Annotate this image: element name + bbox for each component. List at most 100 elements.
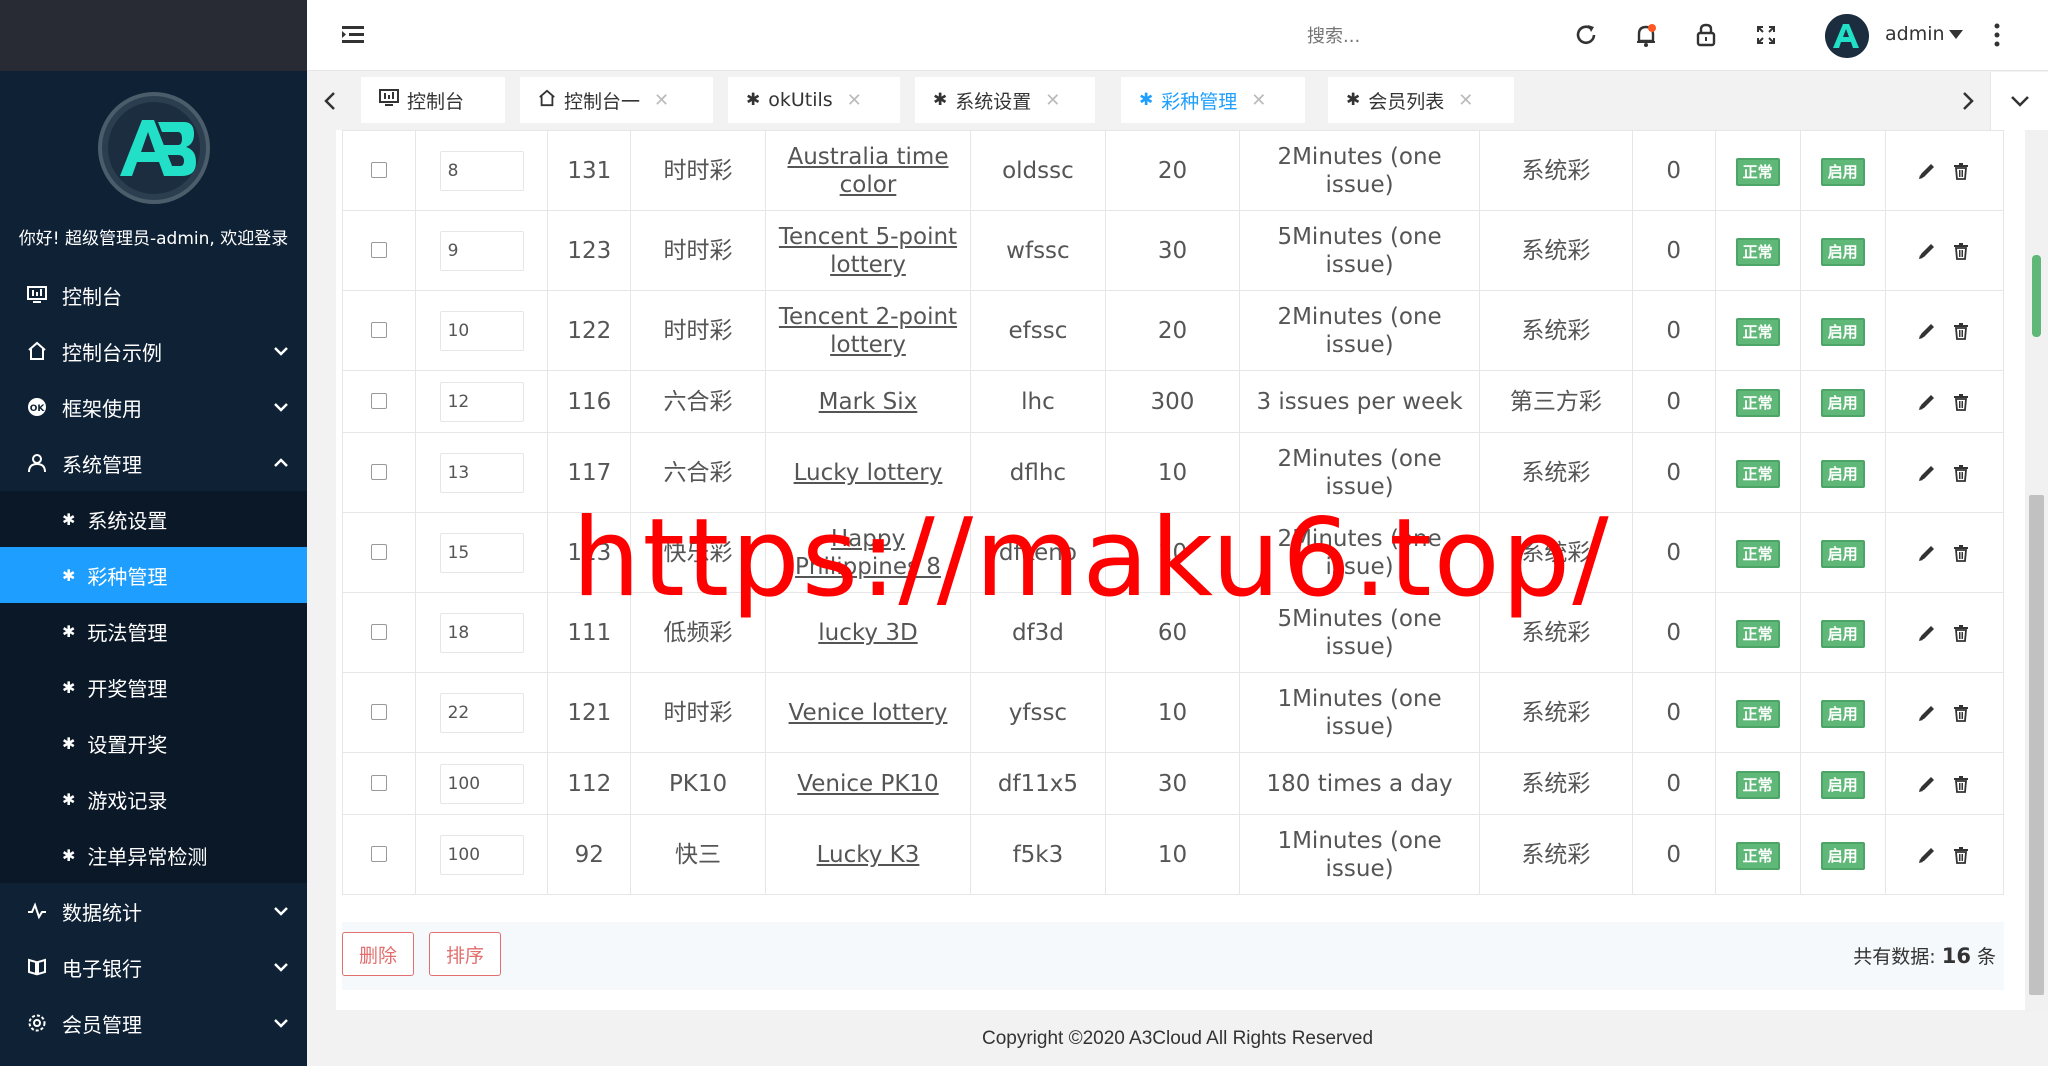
edit-icon[interactable] — [1917, 703, 1937, 723]
sidebar-item-console-examples[interactable]: 控制台示例 — [0, 323, 307, 379]
trash-icon[interactable] — [1951, 543, 1971, 563]
status-badge[interactable]: 正常 — [1735, 237, 1780, 266]
submenu-item-system-settings[interactable]: ✱ 系统设置 — [0, 491, 307, 547]
status-badge[interactable]: 正常 — [1735, 699, 1780, 728]
tab-console[interactable]: 控制台 — [361, 77, 505, 123]
sort-order-input[interactable] — [439, 310, 524, 351]
tab-member-list[interactable]: ✱ 会员列表 ✕ — [1328, 77, 1514, 123]
tab-scroll-left-icon[interactable] — [315, 86, 345, 116]
trash-icon[interactable] — [1951, 623, 1971, 643]
edit-icon[interactable] — [1917, 845, 1937, 865]
trash-icon[interactable] — [1951, 845, 1971, 865]
lottery-name-link[interactable]: Tencent 5-point lottery — [764, 210, 972, 291]
sort-order-input[interactable] — [439, 230, 524, 271]
trash-icon[interactable] — [1951, 703, 1971, 723]
lottery-name-link[interactable]: lucky 3D — [764, 592, 972, 673]
enabled-badge[interactable]: 启用 — [1820, 317, 1865, 346]
close-icon[interactable]: ✕ — [1045, 90, 1060, 111]
submenu-item-gameplay-management[interactable]: ✱ 玩法管理 — [0, 603, 307, 659]
close-icon[interactable]: ✕ — [1251, 90, 1266, 111]
edit-icon[interactable] — [1917, 774, 1937, 794]
enabled-badge[interactable]: 启用 — [1820, 841, 1865, 870]
lottery-name-link[interactable]: Venice PK10 — [764, 752, 972, 815]
enabled-badge[interactable]: 启用 — [1820, 237, 1865, 266]
fullscreen-icon[interactable] — [1753, 22, 1779, 48]
submenu-item-draw-management[interactable]: ✱ 开奖管理 — [0, 659, 307, 715]
edit-icon[interactable] — [1917, 241, 1937, 261]
delete-button[interactable]: 删除 — [342, 932, 415, 976]
row-checkbox[interactable] — [370, 703, 387, 720]
edit-icon[interactable] — [1917, 161, 1937, 181]
avatar[interactable] — [1825, 14, 1869, 58]
tab-system-settings[interactable]: ✱ 系统设置 ✕ — [915, 77, 1095, 123]
close-icon[interactable]: ✕ — [847, 90, 862, 111]
sort-order-input[interactable] — [439, 381, 524, 422]
sort-order-input[interactable] — [439, 763, 524, 804]
status-badge[interactable]: 正常 — [1735, 770, 1780, 799]
lock-icon[interactable] — [1693, 22, 1719, 48]
sidebar-item-system[interactable]: 系统管理 — [0, 435, 307, 491]
status-badge[interactable]: 正常 — [1735, 841, 1780, 870]
row-checkbox[interactable] — [370, 463, 387, 480]
sidebar-item-ebank[interactable]: 电子银行 — [0, 939, 307, 995]
tab-okutils[interactable]: ✱ okUtils ✕ — [728, 77, 900, 123]
bell-icon[interactable] — [1633, 22, 1659, 48]
edit-icon[interactable] — [1917, 463, 1937, 483]
row-checkbox[interactable] — [370, 321, 387, 338]
sort-order-input[interactable] — [439, 692, 524, 733]
caret-down-icon[interactable] — [1949, 30, 1963, 40]
trash-icon[interactable] — [1951, 321, 1971, 341]
enabled-badge[interactable]: 启用 — [1820, 770, 1865, 799]
row-checkbox[interactable] — [370, 845, 387, 862]
status-badge[interactable]: 正常 — [1735, 388, 1780, 417]
user-name[interactable]: admin — [1885, 23, 1945, 45]
submenu-item-set-draw[interactable]: ✱ 设置开奖 — [0, 715, 307, 771]
tab-scroll-right-icon[interactable] — [1953, 86, 1983, 116]
trash-icon[interactable] — [1951, 392, 1971, 412]
tab-lottery-management[interactable]: ✱ 彩种管理 ✕ — [1121, 77, 1305, 123]
sort-order-input[interactable] — [439, 150, 524, 191]
edit-icon[interactable] — [1917, 321, 1937, 341]
sidebar-item-console[interactable]: 控制台 — [0, 267, 307, 323]
enabled-badge[interactable]: 启用 — [1820, 619, 1865, 648]
close-icon[interactable]: ✕ — [654, 90, 669, 111]
status-badge[interactable]: 正常 — [1735, 539, 1780, 568]
status-badge[interactable]: 正常 — [1735, 317, 1780, 346]
lottery-name-link[interactable]: Lucky K3 — [764, 814, 972, 895]
lottery-name-link[interactable]: Happy Philippines 8 — [764, 512, 972, 593]
lottery-name-link[interactable]: Mark Six — [764, 370, 972, 433]
trash-icon[interactable] — [1951, 241, 1971, 261]
more-vertical-icon[interactable] — [1993, 22, 2001, 48]
status-badge[interactable]: 正常 — [1735, 459, 1780, 488]
enabled-badge[interactable]: 启用 — [1820, 699, 1865, 728]
sort-order-input[interactable] — [439, 612, 524, 653]
sidebar-item-framework[interactable]: OK 框架使用 — [0, 379, 307, 435]
lottery-name-link[interactable]: Australia time color — [764, 130, 972, 211]
enabled-badge[interactable]: 启用 — [1820, 539, 1865, 568]
submenu-item-lottery-management[interactable]: ✱ 彩种管理 — [0, 547, 307, 603]
sort-order-input[interactable] — [439, 834, 524, 875]
submenu-item-bet-anomaly[interactable]: ✱ 注单异常检测 — [0, 827, 307, 883]
sort-order-input[interactable] — [439, 532, 524, 573]
lottery-name-link[interactable]: Lucky lottery — [764, 432, 972, 513]
sidebar-item-statistics[interactable]: 数据统计 — [0, 883, 307, 939]
menu-toggle-icon[interactable] — [339, 20, 369, 50]
edit-icon[interactable] — [1917, 543, 1937, 563]
page-scrollbar[interactable] — [2025, 130, 2048, 1012]
lottery-name-link[interactable]: Tencent 2-point lottery — [764, 290, 972, 371]
row-checkbox[interactable] — [370, 774, 387, 791]
trash-icon[interactable] — [1951, 161, 1971, 181]
enabled-badge[interactable]: 启用 — [1820, 157, 1865, 186]
row-checkbox[interactable] — [370, 161, 387, 178]
status-badge[interactable]: 正常 — [1735, 619, 1780, 648]
row-checkbox[interactable] — [370, 543, 387, 560]
edit-icon[interactable] — [1917, 623, 1937, 643]
row-checkbox[interactable] — [370, 392, 387, 409]
enabled-badge[interactable]: 启用 — [1820, 388, 1865, 417]
row-checkbox[interactable] — [370, 623, 387, 640]
tab-console-one[interactable]: 控制台一 ✕ — [520, 77, 713, 123]
sort-order-input[interactable] — [439, 452, 524, 493]
search-input[interactable] — [1307, 22, 1457, 50]
close-icon[interactable]: ✕ — [1458, 90, 1473, 111]
enabled-badge[interactable]: 启用 — [1820, 459, 1865, 488]
